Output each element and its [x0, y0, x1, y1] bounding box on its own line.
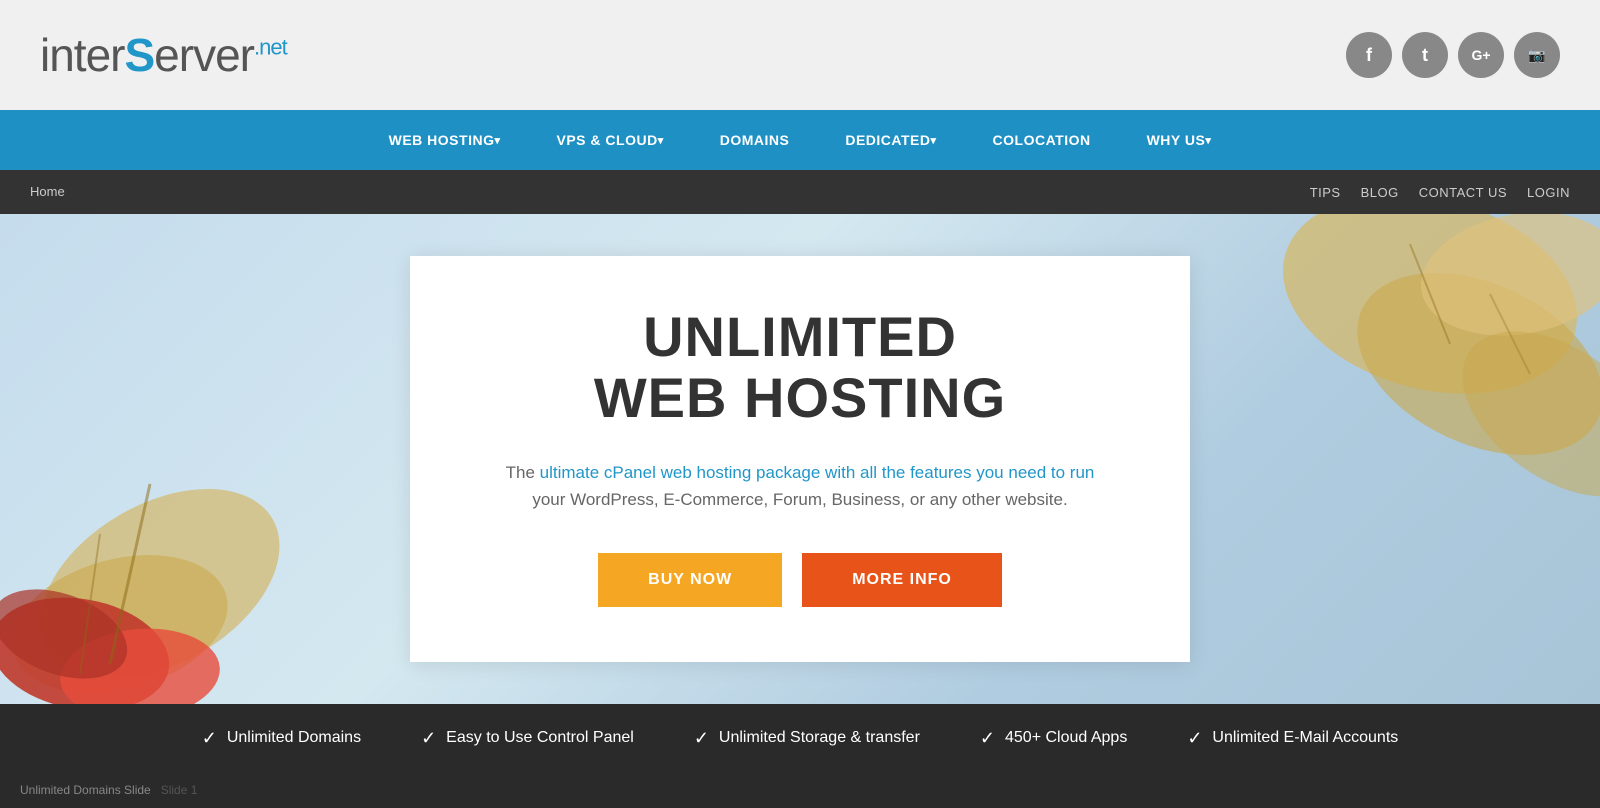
check-icon-5: ✓: [1187, 728, 1202, 749]
feature-control-panel: ✓ Easy to Use Control Panel: [421, 728, 634, 749]
check-icon-3: ✓: [694, 728, 709, 749]
slide-number: Slide 1: [161, 783, 198, 797]
feature-label-3: Unlimited Storage & transfer: [719, 729, 920, 747]
googleplus-icon[interactable]: G+: [1458, 32, 1504, 78]
leaves-right: [1180, 214, 1600, 634]
slide-indicator: Unlimited Domains Slide Slide 1: [0, 772, 1600, 808]
feature-unlimited-domains: ✓ Unlimited Domains: [202, 728, 361, 749]
contact-us-link[interactable]: CONTACT US: [1419, 185, 1507, 200]
feature-storage-transfer: ✓ Unlimited Storage & transfer: [694, 728, 920, 749]
feature-label-2: Easy to Use Control Panel: [446, 729, 634, 747]
leaves-right-svg: [1180, 214, 1600, 634]
highlight-text: ultimate cPanel web hosting package with…: [540, 463, 1095, 482]
secondary-nav-right: TIPS BLOG CONTACT US LOGIN: [1310, 185, 1570, 200]
more-info-button[interactable]: MORE INFO: [802, 553, 1002, 607]
nav-vps-cloud[interactable]: VPS & CLOUD: [529, 110, 692, 170]
check-icon-4: ✓: [980, 728, 995, 749]
secondary-nav: Home TIPS BLOG CONTACT US LOGIN: [0, 170, 1600, 214]
logo-s-icon: S: [124, 29, 154, 81]
hero-title: UNLIMITED WEB HOSTING: [470, 306, 1130, 429]
hero-card: UNLIMITED WEB HOSTING The ultimate cPane…: [410, 256, 1190, 663]
nav-web-hosting[interactable]: WEB HOSTING: [361, 110, 529, 170]
blog-link[interactable]: BLOG: [1361, 185, 1399, 200]
hero-description: The ultimate cPanel web hosting package …: [470, 459, 1130, 513]
hero-section: UNLIMITED WEB HOSTING The ultimate cPane…: [0, 214, 1600, 704]
feature-cloud-apps: ✓ 450+ Cloud Apps: [980, 728, 1127, 749]
logo-inter: inter: [40, 29, 124, 81]
logo-net: .net: [254, 35, 287, 60]
feature-label-4: 450+ Cloud Apps: [1005, 729, 1127, 747]
feature-email-accounts: ✓ Unlimited E-Mail Accounts: [1187, 728, 1398, 749]
check-icon-2: ✓: [421, 728, 436, 749]
social-icons-group: f t G+ 📷: [1346, 32, 1560, 78]
nav-dedicated[interactable]: DEDICATED: [817, 110, 964, 170]
logo[interactable]: interServer.net: [40, 28, 287, 82]
breadcrumb: Home: [30, 183, 65, 201]
nav-why-us[interactable]: WHY US: [1119, 110, 1240, 170]
slide-label: Unlimited Domains Slide: [20, 783, 151, 797]
feature-bar: ✓ Unlimited Domains ✓ Easy to Use Contro…: [0, 704, 1600, 772]
nav-colocation[interactable]: COLOCATION: [965, 110, 1119, 170]
login-link[interactable]: LOGIN: [1527, 185, 1570, 200]
buy-now-button[interactable]: BUY NOW: [598, 553, 782, 607]
twitter-icon[interactable]: t: [1402, 32, 1448, 78]
home-link[interactable]: Home: [30, 184, 65, 199]
feature-label-5: Unlimited E-Mail Accounts: [1212, 729, 1398, 747]
check-icon-1: ✓: [202, 728, 217, 749]
primary-nav: WEB HOSTING VPS & CLOUD DOMAINS DEDICATE…: [0, 110, 1600, 170]
tips-link[interactable]: TIPS: [1310, 185, 1341, 200]
leaves-left-svg: [0, 284, 350, 704]
logo-erver: erver: [154, 29, 254, 81]
leaves-left: [0, 284, 350, 704]
instagram-icon[interactable]: 📷: [1514, 32, 1560, 78]
feature-label-1: Unlimited Domains: [227, 729, 361, 747]
facebook-icon[interactable]: f: [1346, 32, 1392, 78]
site-header: interServer.net f t G+ 📷: [0, 0, 1600, 110]
nav-domains[interactable]: DOMAINS: [692, 110, 818, 170]
hero-buttons: BUY NOW MORE INFO: [470, 553, 1130, 607]
